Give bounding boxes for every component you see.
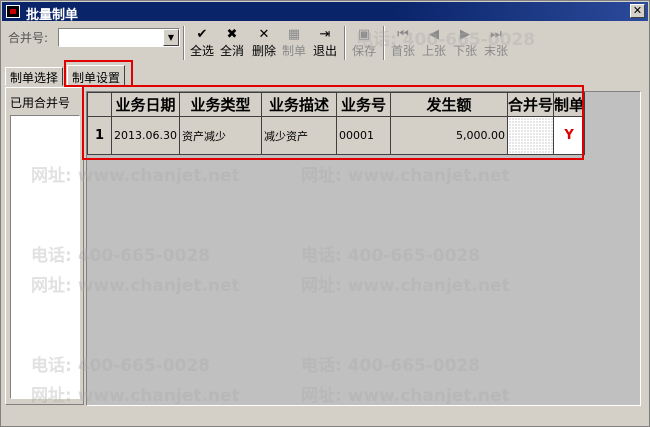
prev-label: 上张	[421, 44, 446, 58]
app-icon	[6, 5, 20, 18]
window-title: 批量制单	[26, 8, 79, 23]
tab-highlight-box	[64, 60, 133, 87]
batch-voucher-window: 批量制单 ✕ 合并号: ▼ ✔ 全选 ✖ 全消 ✕ 删除 ▦ 制单 ⇥ 退出 ▣…	[0, 0, 650, 427]
tab-voucher-selection[interactable]: 制单选择	[5, 67, 64, 86]
first-icon: ⏮	[397, 27, 409, 42]
delete-label: 删除	[251, 44, 276, 58]
save-icon: ▣	[357, 27, 371, 42]
voucher-icon: ▦	[287, 27, 301, 42]
first-label: 首张	[390, 44, 415, 58]
delete-button[interactable]: ✕ 删除	[248, 25, 280, 61]
deselect-all-label: 全消	[219, 44, 244, 58]
last-label: 末张	[483, 44, 508, 58]
deselect-all-icon: ✖	[226, 27, 238, 42]
prev-icon: ◀	[429, 27, 439, 42]
close-button[interactable]: ✕	[630, 4, 645, 18]
first-button[interactable]: ⏮ 首张	[387, 25, 419, 61]
toolbar-separator	[383, 26, 385, 60]
next-button[interactable]: ▶ 下张	[449, 25, 481, 61]
prev-button[interactable]: ◀ 上张	[418, 25, 450, 61]
merge-number-select[interactable]: ▼	[58, 28, 180, 47]
exit-label: 退出	[312, 44, 337, 58]
last-button[interactable]: ⏭ 末张	[480, 25, 512, 61]
next-label: 下张	[452, 44, 477, 58]
exit-icon: ⇥	[319, 27, 331, 42]
used-merge-panel: 已用合并号	[5, 87, 84, 405]
last-icon: ⏭	[490, 27, 502, 42]
toolbar: 合并号: ▼ ✔ 全选 ✖ 全消 ✕ 删除 ▦ 制单 ⇥ 退出 ▣ 保存 ⏮ 首…	[2, 22, 648, 63]
voucher-button[interactable]: ▦ 制单	[278, 25, 310, 61]
save-button[interactable]: ▣ 保存	[348, 25, 380, 61]
row-highlight-box	[82, 85, 584, 160]
deselect-all-button[interactable]: ✖ 全消	[216, 25, 248, 61]
select-all-button[interactable]: ✔ 全选	[186, 25, 218, 61]
select-all-icon: ✔	[196, 27, 208, 42]
voucher-label: 制单	[281, 44, 306, 58]
next-icon: ▶	[460, 27, 470, 42]
toolbar-separator	[183, 26, 185, 60]
title-bar: 批量制单 ✕	[2, 2, 648, 23]
chevron-down-icon[interactable]: ▼	[163, 29, 179, 46]
exit-button[interactable]: ⇥ 退出	[309, 25, 341, 61]
delete-icon: ✕	[258, 27, 270, 42]
merge-number-label: 合并号:	[8, 31, 49, 45]
used-merge-list[interactable]	[10, 115, 80, 399]
used-merge-label: 已用合并号	[10, 96, 71, 110]
select-all-label: 全选	[189, 44, 214, 58]
save-label: 保存	[351, 44, 376, 58]
toolbar-separator	[344, 26, 346, 60]
